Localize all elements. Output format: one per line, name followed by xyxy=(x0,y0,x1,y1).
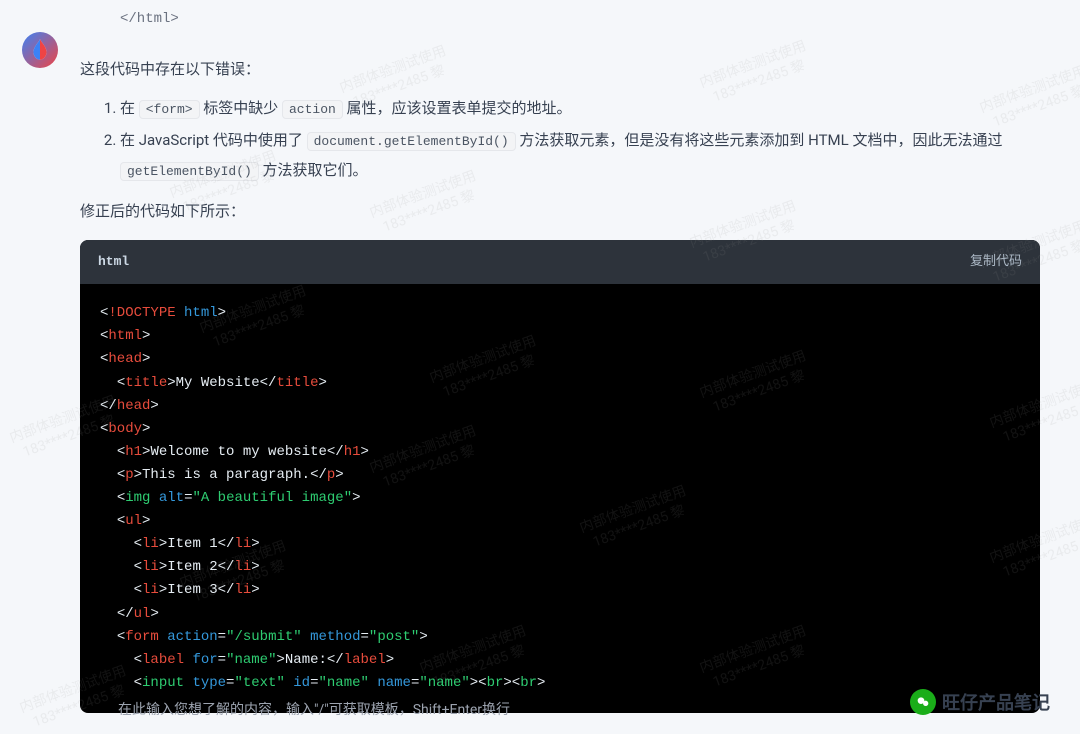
error-item-1: 在 <form> 标签中缺少 action 属性，应该设置表单提交的地址。 xyxy=(120,93,1040,123)
copy-code-button[interactable]: 复制代码 xyxy=(970,250,1022,275)
code-block: html 复制代码 <!DOCTYPE html> <html> <head> … xyxy=(80,240,1040,713)
previous-code-tail: </html> xyxy=(80,0,1040,37)
error-intro: 这段代码中存在以下错误： xyxy=(80,55,1040,84)
inline-code: action xyxy=(282,100,343,119)
inline-code: <form> xyxy=(139,100,200,119)
wechat-icon xyxy=(910,689,936,715)
code-language-label: html xyxy=(98,250,129,275)
error-list: 在 <form> 标签中缺少 action 属性，应该设置表单提交的地址。 在 … xyxy=(80,93,1040,185)
error-item-2: 在 JavaScript 代码中使用了 document.getElementB… xyxy=(120,125,1040,185)
brand-name: 旺仔产品笔记 xyxy=(942,689,1050,715)
inline-code: getElementById() xyxy=(120,162,259,181)
brand-footer: 旺仔产品笔记 xyxy=(910,689,1050,715)
chat-input[interactable]: 在此输入您想了解的内容，输入"/"可获取模板，Shift+Enter换行 xyxy=(118,699,510,719)
code-body[interactable]: <!DOCTYPE html> <html> <head> <title>My … xyxy=(80,284,1040,713)
fix-intro: 修正后的代码如下所示： xyxy=(80,197,1040,226)
assistant-avatar xyxy=(22,32,58,68)
inline-code: document.getElementById() xyxy=(307,132,516,151)
code-header: html 复制代码 xyxy=(80,240,1040,285)
